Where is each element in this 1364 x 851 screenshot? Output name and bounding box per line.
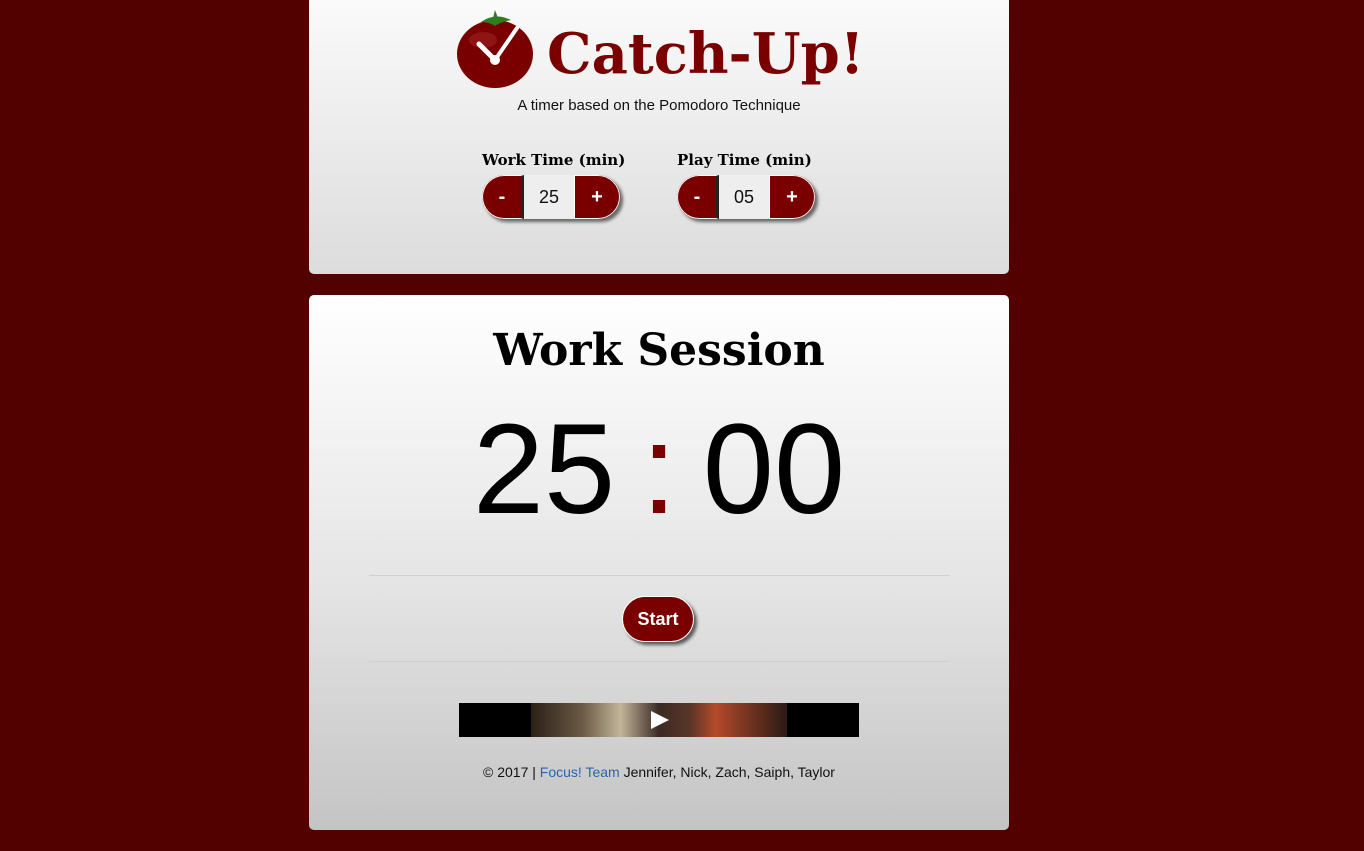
work-time-setting: Work Time (min) - 25 + — [482, 151, 642, 219]
logo-row: Catch-Up! — [309, 10, 1009, 88]
work-time-decrease-button[interactable]: - — [482, 175, 524, 219]
play-time-value: 05 — [719, 175, 769, 219]
timer-separator: : — [641, 398, 677, 541]
timer-seconds: 00 — [702, 398, 846, 541]
work-time-stepper: - 25 + — [482, 175, 620, 219]
timer-card: Work Session 25:00 Start © 2017 | Focus!… — [309, 295, 1009, 830]
timer-minutes: 25 — [472, 398, 616, 541]
play-time-label: Play Time (min) — [677, 151, 812, 169]
tagline: A timer based on the Pomodoro Technique — [517, 97, 801, 114]
start-button[interactable]: Start — [622, 596, 694, 642]
video-player[interactable] — [459, 703, 859, 737]
team-link[interactable]: Focus! Team — [540, 764, 620, 780]
work-time-value: 25 — [524, 175, 574, 219]
work-time-label: Work Time (min) — [482, 151, 626, 169]
session-title: Work Session — [493, 325, 825, 376]
app-title: Catch-Up! — [547, 21, 865, 87]
countdown-display: 25:00 — [309, 395, 1009, 545]
play-time-setting: Play Time (min) - 05 + — [677, 151, 837, 219]
divider — [369, 575, 949, 576]
play-time-stepper: - 05 + — [677, 175, 815, 219]
team-members: Jennifer, Nick, Zach, Saiph, Taylor — [623, 764, 835, 780]
play-icon[interactable] — [651, 711, 669, 729]
divider — [369, 661, 949, 662]
footer: © 2017 | Focus! Team Jennifer, Nick, Zac… — [309, 764, 1009, 780]
work-time-increase-button[interactable]: + — [574, 175, 620, 219]
tomato-clock-icon — [457, 10, 533, 88]
settings-card: Catch-Up! A timer based on the Pomodoro … — [309, 0, 1009, 274]
play-time-increase-button[interactable]: + — [769, 175, 815, 219]
play-time-decrease-button[interactable]: - — [677, 175, 719, 219]
copyright-text: © 2017 | — [483, 764, 536, 780]
